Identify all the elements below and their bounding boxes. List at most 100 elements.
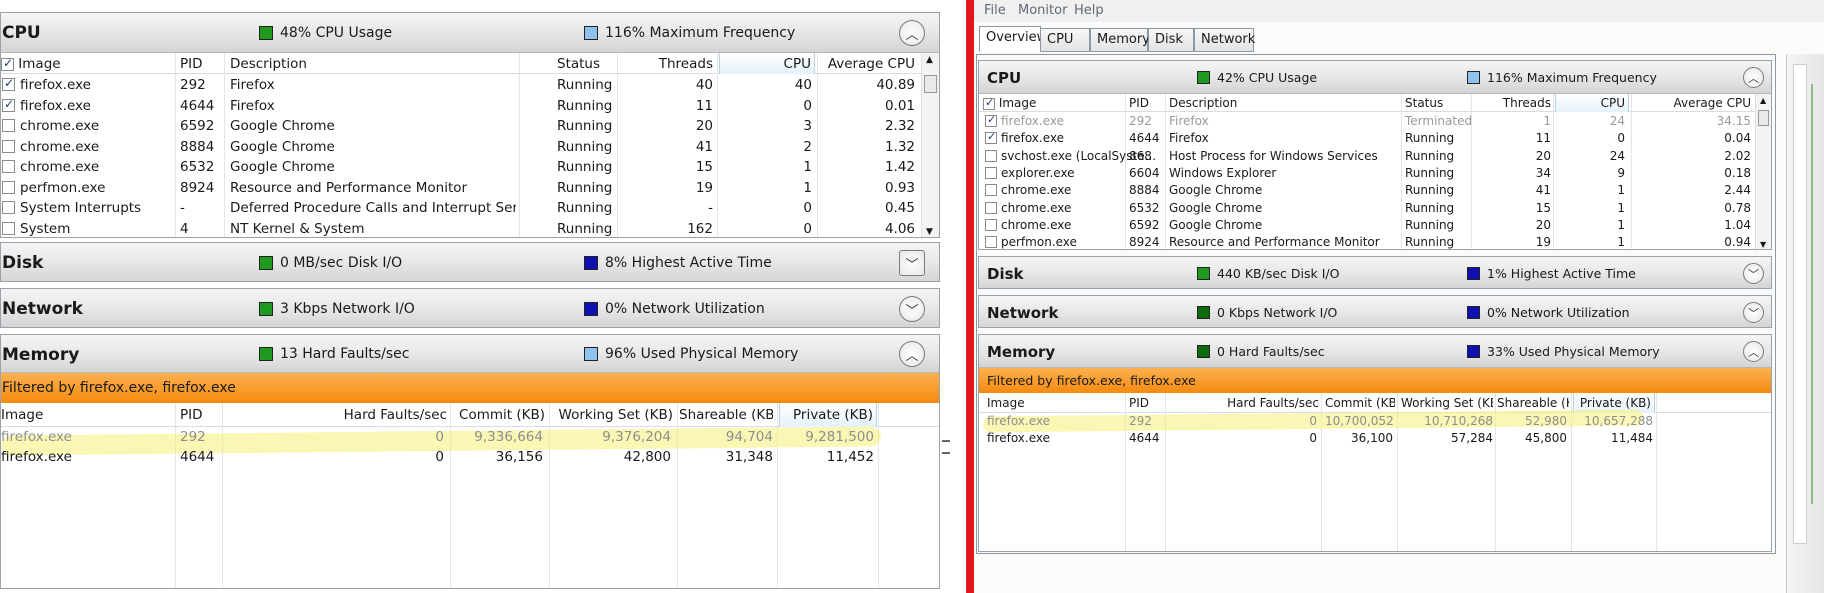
network-section[interactable]: Network 3 Kbps Network I/O 0% Network Ut… <box>0 288 940 328</box>
col-avgcpu-header[interactable]: Average CPU <box>819 56 915 72</box>
row-checkbox[interactable] <box>985 113 997 127</box>
row-checkbox[interactable] <box>985 201 997 214</box>
col-hardfaults-header[interactable]: Hard Faults/sec <box>1169 396 1319 410</box>
col-image-header[interactable]: Image <box>1 56 171 72</box>
row-checkbox[interactable] <box>2 160 15 173</box>
col-private-header[interactable]: Private (KB) <box>779 403 877 427</box>
col-pid-header[interactable]: PID <box>1129 396 1149 410</box>
chevron-down-icon[interactable]: ﹀ <box>1743 302 1764 323</box>
scroll-down-icon[interactable]: ▼ <box>1760 240 1766 249</box>
row-checkbox[interactable] <box>2 139 15 153</box>
col-pid-header[interactable]: PID <box>180 56 203 72</box>
tab-network[interactable]: Network <box>1194 28 1255 52</box>
col-shareable-header[interactable]: Shareable (KB) <box>679 407 773 423</box>
col-pid-header[interactable]: PID <box>180 407 203 423</box>
tab-cpu[interactable]: CPU <box>1040 28 1090 52</box>
select-all-checkbox[interactable] <box>1 56 14 71</box>
col-workingset-header[interactable]: Working Set (KB) <box>551 407 673 423</box>
col-image-header[interactable]: Image <box>987 396 1025 410</box>
menu-monitor[interactable]: Monitor <box>1018 3 1067 18</box>
row-checkbox[interactable] <box>985 130 997 145</box>
row-checkbox[interactable] <box>2 180 15 194</box>
row-checkbox[interactable] <box>985 236 997 249</box>
row-checkbox[interactable] <box>985 149 997 162</box>
splitter-grip-icon[interactable] <box>942 440 950 454</box>
table-row[interactable]: svchost.exe (LocalSyste... 868 Host Proces… <box>979 148 1755 165</box>
chevron-down-icon[interactable]: ﹀ <box>899 296 925 322</box>
table-row[interactable]: System 4 NT Kernel & System Running 162 0 4.06 <box>1 219 921 238</box>
table-row[interactable]: firefox.exe 4644 0 36,100 57,284 45,800 11,484 <box>979 431 1759 448</box>
table-row[interactable]: explorer.exe 6604 Windows Explorer Running 3… <box>979 165 1755 182</box>
scroll-up-icon[interactable]: ▲ <box>926 55 933 65</box>
cpu-header[interactable]: CPU 42% CPU Usage 116% Maximum Frequency… <box>979 61 1771 94</box>
network-section[interactable]: Network 0 Kbps Network I/O 0% Network Ut… <box>978 295 1772 328</box>
col-cpu-header[interactable]: CPU <box>719 53 815 74</box>
memory-header[interactable]: Memory 13 Hard Faults/sec 96% Used Physi… <box>1 335 939 373</box>
row-checkbox[interactable] <box>2 201 15 214</box>
table-row[interactable]: firefox.exe 292 Firefox Running 40 40 40.89 <box>1 75 921 96</box>
memory-header[interactable]: Memory 0 Hard Faults/sec 33% Used Physic… <box>979 335 1771 368</box>
col-status-header[interactable]: Status <box>1405 96 1443 110</box>
table-row[interactable]: chrome.exe 6532 Google Chrome Running 15 1 0.7… <box>979 200 1755 217</box>
table-row[interactable]: chrome.exe 6532 Google Chrome Running 15 1 1.4… <box>1 157 921 178</box>
tab-overview[interactable]: Overview <box>979 26 1047 52</box>
table-row[interactable]: firefox.exe 4644 0 36,156 42,800 31,348 11,452 <box>1 449 901 469</box>
col-commit-header[interactable]: Commit (KB) <box>453 407 545 423</box>
table-row[interactable]: perfmon.exe 8924 Resource and Performance … <box>1 178 921 199</box>
cpu-scrollbar[interactable]: ▲ ▼ <box>921 53 939 237</box>
col-description-header[interactable]: Description <box>230 56 307 72</box>
table-row[interactable]: chrome.exe 8884 Google Chrome Running 41 1 2.4… <box>979 182 1755 199</box>
row-checkbox[interactable] <box>985 184 997 197</box>
row-checkbox[interactable] <box>985 166 997 179</box>
cell-faults: 0 <box>1309 414 1317 428</box>
cpu-header[interactable]: CPU 48% CPU Usage 116% Maximum Frequency… <box>1 13 939 53</box>
table-row[interactable]: firefox.exe 292 0 9,336,664 9,376,204 94,704 9… <box>1 429 901 449</box>
row-checkbox[interactable] <box>985 218 997 231</box>
col-status-header[interactable]: Status <box>557 56 600 72</box>
menu-help[interactable]: Help <box>1074 3 1104 18</box>
scroll-down-icon[interactable]: ▼ <box>926 227 933 237</box>
cpu-scrollbar[interactable]: ▲ ▼ <box>1755 94 1771 249</box>
table-row[interactable]: firefox.exe 4644 Firefox Running 11 0 0.01 <box>1 96 921 117</box>
scroll-thumb[interactable] <box>924 75 937 93</box>
disk-section[interactable]: Disk 440 KB/sec Disk I/O 1% Highest Acti… <box>978 256 1772 289</box>
chevron-up-icon[interactable]: ︿ <box>1743 67 1764 88</box>
chevron-up-icon[interactable]: ︿ <box>1743 341 1764 362</box>
disk-section[interactable]: Disk 0 MB/sec Disk I/O 8% Highest Active… <box>0 242 940 282</box>
chevron-down-icon[interactable]: ﹀ <box>1743 263 1764 284</box>
row-checkbox[interactable] <box>2 221 15 235</box>
col-threads-header[interactable]: Threads <box>1469 96 1551 110</box>
table-row[interactable]: chrome.exe 6592 Google Chrome Running 20 1 1.0… <box>979 217 1755 234</box>
scroll-thumb[interactable] <box>1758 110 1769 126</box>
col-cpu-header[interactable]: CPU <box>1555 94 1629 112</box>
chevron-down-icon[interactable]: ﹀ <box>899 250 925 276</box>
col-pid-header[interactable]: PID <box>1129 96 1149 110</box>
col-threads-header[interactable]: Threads <box>621 56 713 72</box>
table-row[interactable]: firefox.exe 292 Firefox Terminated 1 24 34.15 <box>979 113 1755 130</box>
table-row[interactable]: System Interrupts - Deferred Procedure Cal… <box>1 198 921 219</box>
chevron-up-icon[interactable]: ︿ <box>899 20 925 46</box>
col-image-header[interactable]: Image <box>983 96 1113 110</box>
scroll-up-icon[interactable]: ▲ <box>1760 96 1766 105</box>
row-checkbox[interactable] <box>2 119 15 132</box>
row-checkbox[interactable] <box>2 97 15 112</box>
col-hardfaults-header[interactable]: Hard Faults/sec <box>225 407 447 423</box>
row-checkbox[interactable] <box>2 76 15 91</box>
col-shareable-header[interactable]: Shareable (KB) <box>1497 396 1569 410</box>
col-description-header[interactable]: Description <box>1169 96 1237 110</box>
menu-file[interactable]: File <box>984 3 1006 18</box>
chevron-up-icon[interactable]: ︿ <box>899 341 925 367</box>
select-all-checkbox[interactable] <box>983 96 995 110</box>
table-row[interactable]: perfmon.exe 8924 Resource and Performance … <box>979 234 1755 249</box>
col-image-header[interactable]: Image <box>1 407 43 423</box>
tab-disk[interactable]: Disk <box>1148 28 1194 52</box>
col-commit-header[interactable]: Commit (KB) <box>1325 396 1395 410</box>
col-avgcpu-header[interactable]: Average CPU <box>1633 96 1752 110</box>
table-row[interactable]: firefox.exe 4644 Firefox Running 11 0 0.04 <box>979 130 1755 147</box>
col-workingset-header[interactable]: Working Set (KB) <box>1401 396 1493 410</box>
cell-threads: 20 <box>695 118 713 134</box>
table-row[interactable]: firefox.exe 292 0 10,700,052 10,710,268 52,98… <box>979 414 1759 431</box>
table-row[interactable]: chrome.exe 6592 Google Chrome Running 20 3 2.3… <box>1 116 921 137</box>
table-row[interactable]: chrome.exe 8884 Google Chrome Running 41 2 1.3… <box>1 137 921 158</box>
tab-memory[interactable]: Memory <box>1090 28 1150 52</box>
